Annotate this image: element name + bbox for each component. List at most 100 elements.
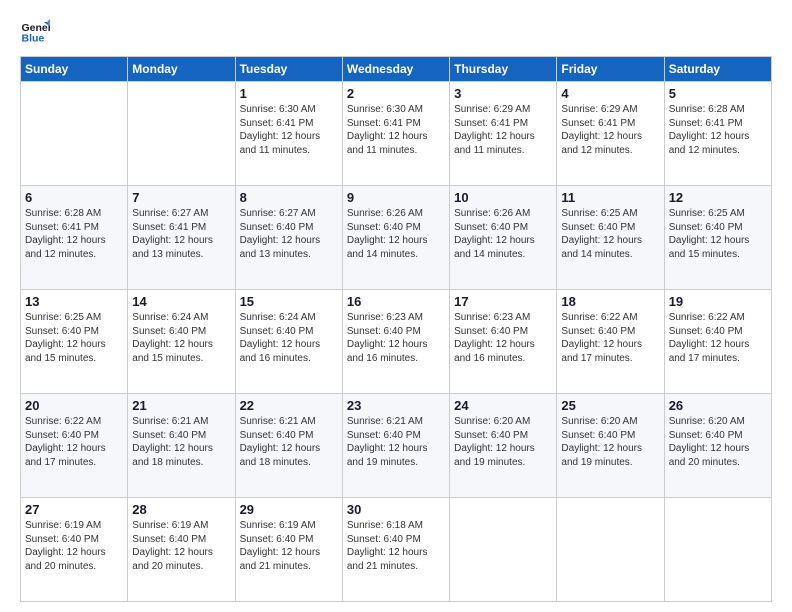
day-info: Sunrise: 6:23 AMSunset: 6:40 PMDaylight:… <box>347 311 445 365</box>
day-info: Sunrise: 6:25 AMSunset: 6:40 PMDaylight:… <box>669 207 767 261</box>
day-number: 1 <box>240 86 338 101</box>
day-cell <box>128 82 235 186</box>
day-cell: 30Sunrise: 6:18 AMSunset: 6:40 PMDayligh… <box>342 498 449 602</box>
day-number: 8 <box>240 190 338 205</box>
day-number: 15 <box>240 294 338 309</box>
day-cell: 5Sunrise: 6:28 AMSunset: 6:41 PMDaylight… <box>664 82 771 186</box>
week-row-5: 27 Sunrise: 6:19 AMSunset: 6:40 PMDayligh… <box>21 498 772 602</box>
day-info: Sunrise: 6:21 AMSunset: 6:40 PMDaylight:… <box>240 415 338 469</box>
day-number: 13 <box>25 294 123 309</box>
day-number: 25 <box>561 398 659 413</box>
day-info: Sunrise: 6:21 AMSunset: 6:40 PMDaylight:… <box>347 415 445 469</box>
day-info: Sunrise: 6:27 AMSunset: 6:40 PMDaylight:… <box>240 207 338 261</box>
day-info: Sunrise: 6:27 AMSunset: 6:41 PMDaylight:… <box>132 207 230 261</box>
day-cell <box>557 498 664 602</box>
day-info: Sunrise: 6:21 AMSunset: 6:40 PMDaylight:… <box>132 415 230 469</box>
day-info: Sunrise: 6:26 AMSunset: 6:40 PMDaylight:… <box>347 207 445 261</box>
day-cell: 28Sunrise: 6:19 AMSunset: 6:40 PMDayligh… <box>128 498 235 602</box>
day-cell <box>664 498 771 602</box>
day-cell: 14 Sunrise: 6:24 AMSunset: 6:40 PMDayligh… <box>128 290 235 394</box>
day-number: 21 <box>132 398 230 413</box>
day-info: Sunrise: 6:19 AMSunset: 6:40 PMDaylight:… <box>132 519 230 573</box>
day-cell: 11 Sunrise: 6:25 AMSunset: 6:40 PMDayligh… <box>557 186 664 290</box>
weekday-wednesday: Wednesday <box>342 57 449 82</box>
day-cell: 19Sunrise: 6:22 AMSunset: 6:40 PMDayligh… <box>664 290 771 394</box>
week-row-4: 20 Sunrise: 6:22 AMSunset: 6:40 PMDayligh… <box>21 394 772 498</box>
day-cell: 23 Sunrise: 6:21 AMSunset: 6:40 PMDayligh… <box>342 394 449 498</box>
day-number: 23 <box>347 398 445 413</box>
week-row-1: 1 Sunrise: 6:30 AMSunset: 6:41 PMDaylight… <box>21 82 772 186</box>
day-info: Sunrise: 6:25 AMSunset: 6:40 PMDaylight:… <box>561 207 659 261</box>
day-number: 24 <box>454 398 552 413</box>
day-cell: 22 Sunrise: 6:21 AMSunset: 6:40 PMDayligh… <box>235 394 342 498</box>
day-cell: 2Sunrise: 6:30 AMSunset: 6:41 PMDaylight… <box>342 82 449 186</box>
day-info: Sunrise: 6:30 AMSunset: 6:41 PMDaylight:… <box>240 103 338 157</box>
day-info: Sunrise: 6:29 AMSunset: 6:41 PMDaylight:… <box>561 103 659 157</box>
weekday-header-row: SundayMondayTuesdayWednesdayThursdayFrid… <box>21 57 772 82</box>
day-number: 18 <box>561 294 659 309</box>
day-number: 17 <box>454 294 552 309</box>
day-info: Sunrise: 6:20 AMSunset: 6:40 PMDaylight:… <box>454 415 552 469</box>
day-cell: 13 Sunrise: 6:25 AMSunset: 6:40 PMDayligh… <box>21 290 128 394</box>
day-number: 7 <box>132 190 230 205</box>
day-number: 27 <box>25 502 123 517</box>
svg-text:Blue: Blue <box>22 33 45 45</box>
day-cell: 26 Sunrise: 6:20 AMSunset: 6:40 PMDayligh… <box>664 394 771 498</box>
day-number: 2 <box>347 86 445 101</box>
day-info: Sunrise: 6:23 AMSunset: 6:40 PMDaylight:… <box>454 311 552 365</box>
day-cell: 21 Sunrise: 6:21 AMSunset: 6:40 PMDayligh… <box>128 394 235 498</box>
day-info: Sunrise: 6:24 AMSunset: 6:40 PMDaylight:… <box>132 311 230 365</box>
weekday-friday: Friday <box>557 57 664 82</box>
weekday-thursday: Thursday <box>450 57 557 82</box>
day-number: 10 <box>454 190 552 205</box>
day-cell: 15 Sunrise: 6:24 AMSunset: 6:40 PMDayligh… <box>235 290 342 394</box>
day-cell: 1 Sunrise: 6:30 AMSunset: 6:41 PMDaylight… <box>235 82 342 186</box>
day-cell: 24 Sunrise: 6:20 AMSunset: 6:40 PMDayligh… <box>450 394 557 498</box>
day-info: Sunrise: 6:19 AMSunset: 6:40 PMDaylight:… <box>240 519 338 573</box>
day-cell: 27 Sunrise: 6:19 AMSunset: 6:40 PMDayligh… <box>21 498 128 602</box>
calendar-table: SundayMondayTuesdayWednesdayThursdayFrid… <box>20 56 772 602</box>
weekday-monday: Monday <box>128 57 235 82</box>
day-number: 6 <box>25 190 123 205</box>
day-info: Sunrise: 6:28 AMSunset: 6:41 PMDaylight:… <box>25 207 123 261</box>
logo: General Blue <box>20 16 50 46</box>
day-number: 12 <box>669 190 767 205</box>
day-number: 3 <box>454 86 552 101</box>
day-cell: 4 Sunrise: 6:29 AMSunset: 6:41 PMDaylight… <box>557 82 664 186</box>
header: General Blue <box>20 16 772 46</box>
day-number: 26 <box>669 398 767 413</box>
day-cell <box>450 498 557 602</box>
weekday-saturday: Saturday <box>664 57 771 82</box>
page: General Blue SundayMondayTuesdayWednesda… <box>0 0 792 612</box>
day-info: Sunrise: 6:22 AMSunset: 6:40 PMDaylight:… <box>25 415 123 469</box>
day-number: 5 <box>669 86 767 101</box>
day-number: 19 <box>669 294 767 309</box>
day-info: Sunrise: 6:20 AMSunset: 6:40 PMDaylight:… <box>669 415 767 469</box>
day-number: 9 <box>347 190 445 205</box>
weekday-sunday: Sunday <box>21 57 128 82</box>
logo-icon: General Blue <box>20 16 50 46</box>
day-cell: 25Sunrise: 6:20 AMSunset: 6:40 PMDayligh… <box>557 394 664 498</box>
day-cell: 18 Sunrise: 6:22 AMSunset: 6:40 PMDayligh… <box>557 290 664 394</box>
day-cell: 12 Sunrise: 6:25 AMSunset: 6:40 PMDayligh… <box>664 186 771 290</box>
day-cell: 7 Sunrise: 6:27 AMSunset: 6:41 PMDaylight… <box>128 186 235 290</box>
day-info: Sunrise: 6:19 AMSunset: 6:40 PMDaylight:… <box>25 519 123 573</box>
day-cell: 17 Sunrise: 6:23 AMSunset: 6:40 PMDayligh… <box>450 290 557 394</box>
day-number: 29 <box>240 502 338 517</box>
day-info: Sunrise: 6:24 AMSunset: 6:40 PMDaylight:… <box>240 311 338 365</box>
day-info: Sunrise: 6:22 AMSunset: 6:40 PMDaylight:… <box>561 311 659 365</box>
day-number: 20 <box>25 398 123 413</box>
day-number: 4 <box>561 86 659 101</box>
week-row-2: 6 Sunrise: 6:28 AMSunset: 6:41 PMDaylight… <box>21 186 772 290</box>
day-cell: 9 Sunrise: 6:26 AMSunset: 6:40 PMDaylight… <box>342 186 449 290</box>
day-cell: 16 Sunrise: 6:23 AMSunset: 6:40 PMDayligh… <box>342 290 449 394</box>
day-info: Sunrise: 6:25 AMSunset: 6:40 PMDaylight:… <box>25 311 123 365</box>
day-number: 16 <box>347 294 445 309</box>
day-number: 11 <box>561 190 659 205</box>
day-cell: 3Sunrise: 6:29 AMSunset: 6:41 PMDaylight… <box>450 82 557 186</box>
day-number: 22 <box>240 398 338 413</box>
day-cell: 6 Sunrise: 6:28 AMSunset: 6:41 PMDaylight… <box>21 186 128 290</box>
day-cell: 10 Sunrise: 6:26 AMSunset: 6:40 PMDayligh… <box>450 186 557 290</box>
day-info: Sunrise: 6:26 AMSunset: 6:40 PMDaylight:… <box>454 207 552 261</box>
day-number: 14 <box>132 294 230 309</box>
